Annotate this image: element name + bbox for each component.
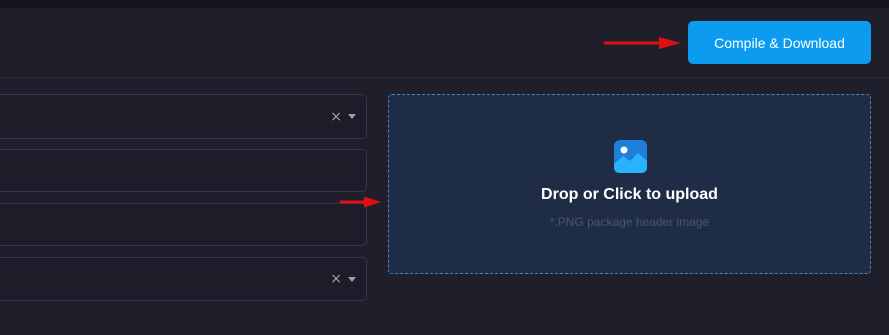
header-divider bbox=[0, 77, 889, 78]
upload-hint: *.PNG package header image bbox=[549, 215, 710, 229]
select-field-1[interactable]: × bbox=[0, 94, 367, 139]
text-field-2[interactable] bbox=[0, 149, 367, 192]
upload-dropzone[interactable]: Drop or Click to upload *.PNG package he… bbox=[388, 94, 871, 274]
select-field-4-input[interactable] bbox=[0, 258, 366, 300]
top-bar bbox=[0, 0, 889, 8]
chevron-down-icon[interactable] bbox=[348, 114, 356, 119]
annotation-arrow-icon bbox=[603, 37, 681, 49]
text-field-2-input[interactable] bbox=[0, 150, 366, 191]
image-icon bbox=[614, 140, 647, 173]
text-field-3[interactable] bbox=[0, 203, 367, 246]
page: Compile & Download × × Drop or Click to … bbox=[0, 0, 889, 335]
select-field-1-input[interactable] bbox=[0, 95, 366, 138]
annotation-arrow-icon bbox=[339, 196, 381, 208]
clear-icon[interactable]: × bbox=[330, 110, 342, 124]
upload-title: Drop or Click to upload bbox=[541, 186, 718, 203]
compile-download-button[interactable]: Compile & Download bbox=[688, 21, 871, 64]
text-field-3-input[interactable] bbox=[0, 204, 366, 245]
select-field-4[interactable]: × bbox=[0, 257, 367, 301]
chevron-down-icon[interactable] bbox=[348, 276, 356, 282]
clear-icon[interactable]: × bbox=[330, 272, 342, 286]
